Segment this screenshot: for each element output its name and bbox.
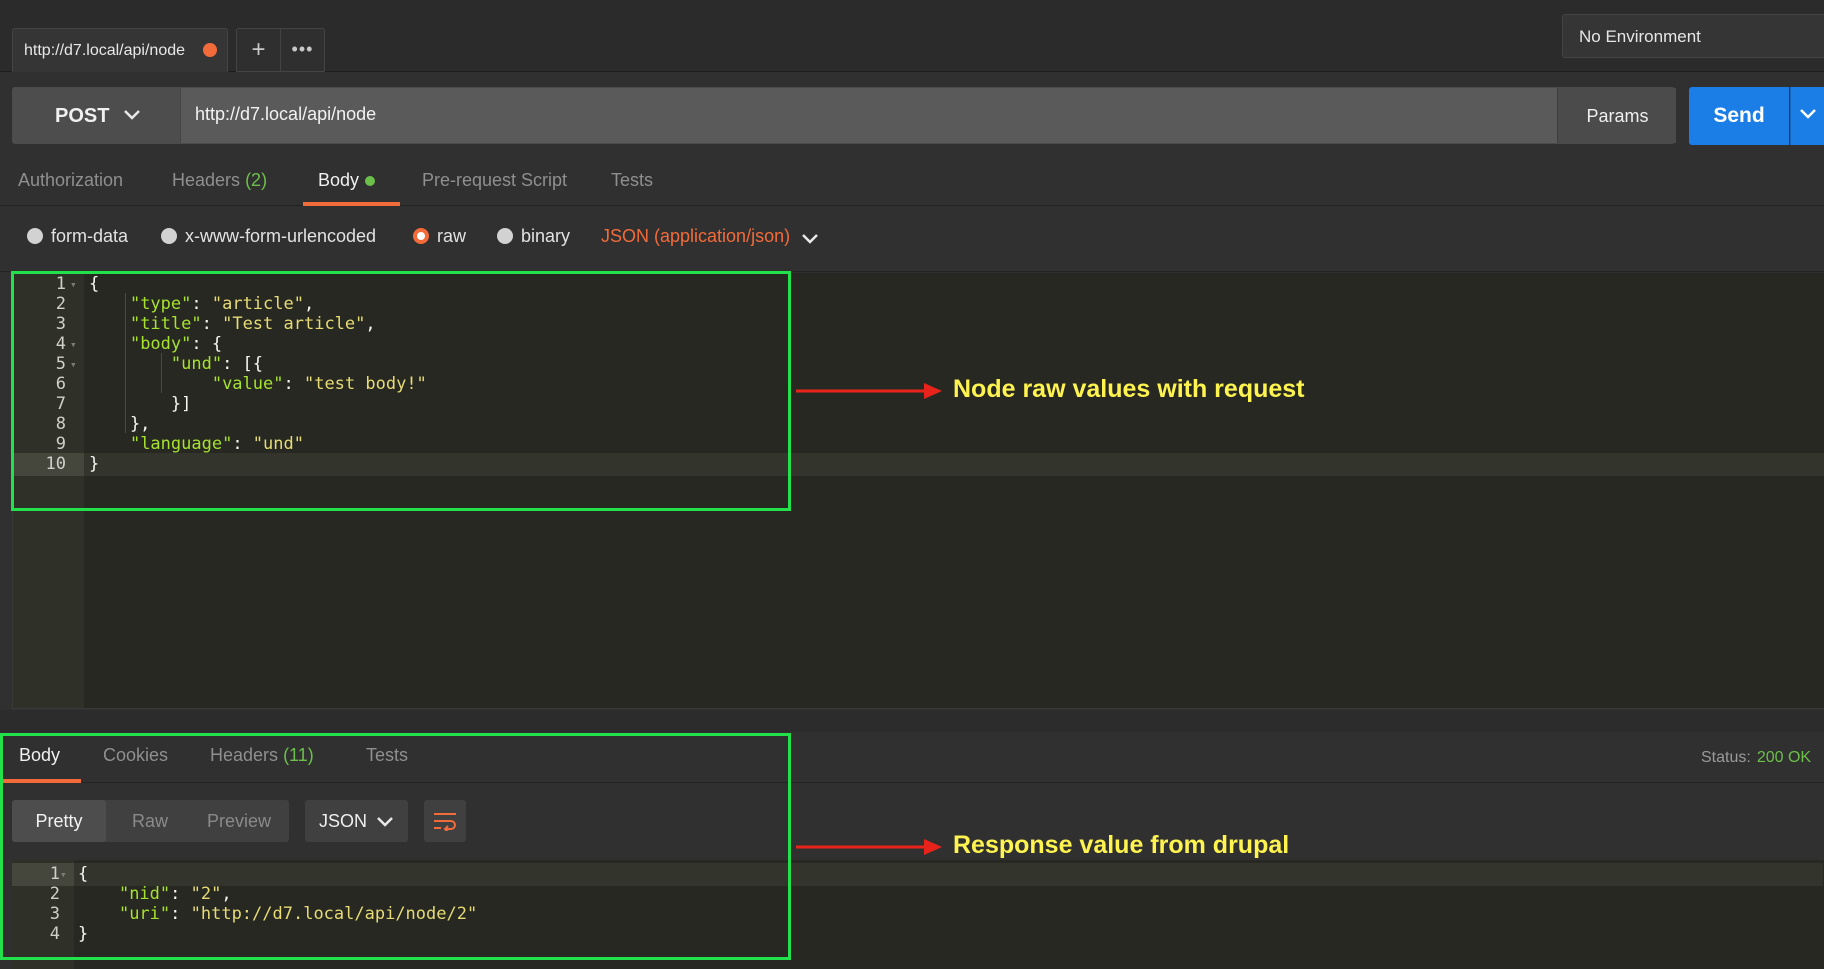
radio-label: form-data	[51, 226, 129, 246]
plus-icon: +	[251, 36, 266, 63]
params-button[interactable]: Params	[1557, 88, 1676, 143]
status-value: 200 OK	[1756, 749, 1812, 766]
new-tab-button[interactable]: +	[236, 28, 281, 72]
url-input[interactable]: http://d7.local/api/node	[195, 104, 376, 125]
content-type-select[interactable]: JSON (application/json)	[601, 226, 790, 247]
unsaved-dot-icon	[203, 43, 217, 57]
tab-body-label: Body	[318, 170, 360, 190]
tab-body[interactable]: Body	[318, 170, 376, 191]
request-arrow-icon	[796, 383, 942, 399]
status-label: Status:	[1701, 749, 1751, 766]
tab-prerequest-script[interactable]: Pre-request Script	[422, 170, 567, 191]
chevron-down-icon	[1800, 109, 1816, 119]
chevron-down-icon	[124, 110, 140, 120]
response-arrow-icon	[796, 839, 942, 855]
request-annotation: Node raw values with request	[953, 375, 1305, 403]
body-type-row: form-data x-www-form-urlencoded raw bina…	[0, 207, 1824, 272]
response-status: Status: 200 OK	[1701, 749, 1811, 767]
url-bar: POST http://d7.local/api/node Params	[12, 87, 1676, 144]
radio-circle-icon	[161, 228, 177, 244]
send-button[interactable]: Send	[1689, 87, 1789, 145]
active-tab-indicator	[303, 202, 400, 206]
pane-splitter[interactable]	[0, 710, 1824, 732]
environment-select[interactable]: No Environment	[1562, 14, 1824, 58]
tab-headers-label: Headers	[172, 170, 241, 190]
body-set-dot-icon	[365, 176, 376, 187]
request-tabs: Authorization Headers (2) Body Pre-reque…	[0, 158, 1824, 206]
tab-options-button[interactable]: •••	[280, 28, 325, 72]
response-annotation: Response value from drupal	[953, 831, 1290, 859]
radio-circle-icon	[27, 228, 43, 244]
send-label: Send	[1713, 104, 1765, 127]
radio-label: binary	[521, 226, 571, 246]
request-tab-label: http://d7.local/api/node	[24, 42, 186, 59]
radio-label: raw	[437, 226, 467, 246]
tab-authorization[interactable]: Authorization	[18, 170, 123, 191]
environment-label: No Environment	[1579, 27, 1701, 46]
more-icon: •••	[291, 39, 314, 59]
chevron-down-icon[interactable]	[800, 231, 820, 247]
params-label: Params	[1586, 106, 1649, 126]
tab-strip: http://d7.local/api/node + ••• No Enviro…	[0, 0, 1824, 72]
request-highlight-box	[11, 271, 791, 511]
response-highlight-box	[0, 733, 791, 960]
tab-headers[interactable]: Headers (2)	[172, 170, 267, 191]
radio-circle-icon	[497, 228, 513, 244]
tab-tests[interactable]: Tests	[611, 170, 653, 191]
method-select[interactable]: POST	[13, 88, 181, 143]
send-options-button[interactable]	[1790, 87, 1824, 145]
method-label: POST	[55, 105, 110, 127]
radio-label: x-www-form-urlencoded	[185, 226, 377, 246]
radio-selected-icon	[413, 228, 429, 244]
request-tab[interactable]: http://d7.local/api/node	[12, 28, 228, 72]
headers-count: (2)	[245, 170, 268, 190]
